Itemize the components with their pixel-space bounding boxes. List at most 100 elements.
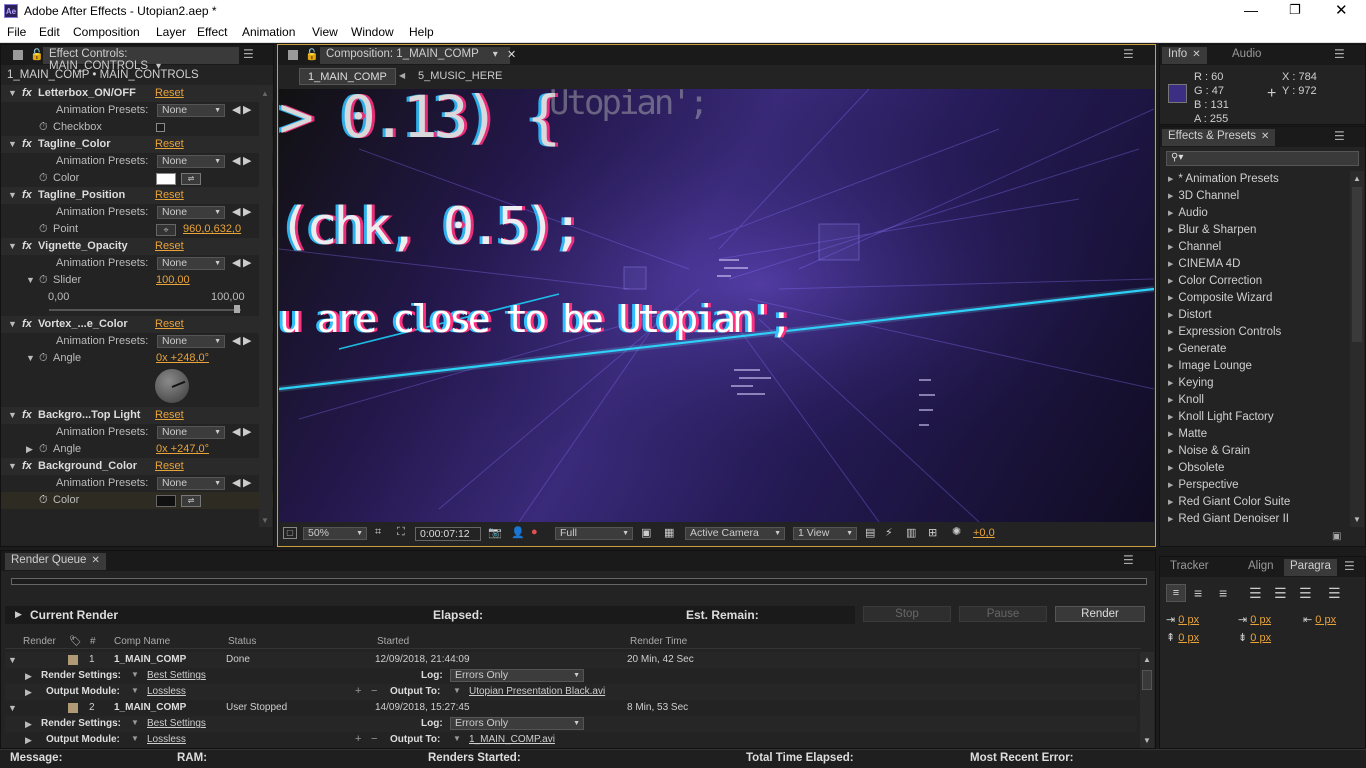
collapse-icon[interactable]: ▼ bbox=[8, 655, 17, 665]
fx-icon[interactable]: fx bbox=[22, 136, 32, 153]
eyedropper-icon[interactable]: ⇌ bbox=[181, 495, 201, 507]
menu-view[interactable]: View bbox=[312, 25, 338, 39]
reset-link[interactable]: Reset bbox=[155, 187, 184, 204]
effect-tagline-position[interactable]: ▼ fx Tagline_Position Reset bbox=[1, 187, 273, 204]
presets-dropdown[interactable]: None bbox=[157, 206, 225, 219]
panel-menu-icon[interactable]: ☰ bbox=[1334, 129, 1345, 143]
effect-category-item[interactable]: Distort bbox=[1168, 307, 1211, 324]
prev-preset-icon[interactable]: ◀ bbox=[232, 204, 240, 221]
fx-icon[interactable]: fx bbox=[22, 85, 32, 102]
reset-link[interactable]: Reset bbox=[155, 458, 184, 475]
collapse-icon[interactable]: ▼ bbox=[8, 238, 17, 255]
color-swatch[interactable] bbox=[156, 495, 176, 507]
scroll-thumb[interactable] bbox=[1142, 670, 1152, 690]
composition-viewer[interactable]: > 0.13) { (chk, 0.5); u are close to be … bbox=[279, 89, 1154, 522]
next-preset-icon[interactable]: ▶ bbox=[243, 255, 251, 272]
collapse-icon[interactable]: ▼ bbox=[8, 407, 17, 424]
col-started[interactable]: Started bbox=[377, 635, 409, 649]
effect-category-item[interactable]: Image Lounge bbox=[1168, 358, 1252, 375]
panel-menu-icon[interactable]: ☰ bbox=[1123, 553, 1134, 567]
tab-paragraph[interactable]: Paragra bbox=[1284, 559, 1337, 576]
menu-composition[interactable]: Composition bbox=[73, 25, 140, 39]
color-swatch[interactable] bbox=[156, 173, 176, 185]
justify-all-icon[interactable]: ☰ bbox=[1328, 585, 1341, 602]
fx-icon[interactable]: fx bbox=[22, 238, 32, 255]
output-file[interactable]: 1_MAIN_COMP.avi bbox=[469, 734, 555, 745]
col-status[interactable]: Status bbox=[228, 635, 256, 649]
flowchart-icon[interactable]: ⊞ bbox=[928, 526, 937, 539]
dropdown-icon[interactable]: ▾ bbox=[493, 49, 498, 60]
zoom-dropdown[interactable]: 50% bbox=[303, 527, 367, 540]
col-render-time[interactable]: Render Time bbox=[630, 635, 687, 649]
collapse-icon[interactable]: ▼ bbox=[8, 85, 17, 102]
reset-link[interactable]: Reset bbox=[155, 238, 184, 255]
point-value[interactable]: 960,0,632,0 bbox=[183, 221, 241, 238]
effect-background-top-light[interactable]: ▼ fx Backgro...Top Light Reset bbox=[1, 407, 273, 424]
tab-info[interactable]: Info ✕ bbox=[1162, 47, 1207, 64]
effect-letterbox[interactable]: ▼ fx Letterbox_ON/OFF Reset bbox=[1, 85, 273, 102]
scrollbar[interactable]: ▲ ▼ bbox=[1350, 171, 1364, 527]
col-render[interactable]: Render bbox=[23, 635, 56, 649]
menu-effect[interactable]: Effect bbox=[197, 25, 227, 39]
indent-right-value[interactable]: 0 px bbox=[1315, 614, 1336, 626]
panel-menu-icon[interactable]: ☰ bbox=[1123, 47, 1134, 61]
stopwatch-icon[interactable]: ⏱ bbox=[39, 221, 48, 238]
add-output-icon[interactable]: + bbox=[355, 733, 361, 745]
angle-value[interactable]: 0x +247,0° bbox=[156, 441, 209, 458]
justify-right-icon[interactable]: ☰ bbox=[1299, 585, 1312, 602]
mask-icon[interactable]: ⛶ bbox=[397, 526, 405, 539]
collapse-icon[interactable]: ▼ bbox=[8, 136, 17, 153]
stopwatch-icon[interactable]: ⏱ bbox=[39, 170, 48, 187]
panel-menu-icon[interactable]: ☰ bbox=[1334, 47, 1345, 61]
expand-icon[interactable]: ▶ bbox=[25, 719, 32, 730]
close-icon[interactable]: ✕ bbox=[1335, 1, 1348, 19]
output-module-value[interactable]: Lossless bbox=[147, 734, 186, 745]
menu-edit[interactable]: Edit bbox=[39, 25, 60, 39]
checkbox[interactable] bbox=[156, 123, 165, 132]
prev-preset-icon[interactable]: ◀ bbox=[232, 153, 240, 170]
toggle-pixel-icon[interactable]: ▤ bbox=[865, 526, 875, 539]
next-preset-icon[interactable]: ▶ bbox=[243, 424, 251, 441]
search-input[interactable]: ⚲▾ bbox=[1166, 151, 1359, 166]
stopwatch-icon[interactable]: ⏱ bbox=[39, 441, 48, 458]
expand-icon[interactable]: ▶ bbox=[25, 735, 32, 746]
collapse-icon[interactable]: ▼ bbox=[26, 272, 35, 289]
effect-category-item[interactable]: Noise & Grain bbox=[1168, 443, 1250, 460]
col-number[interactable]: # bbox=[90, 635, 96, 649]
toggle-viewer-icon[interactable]: ▢ bbox=[283, 527, 297, 539]
dropdown-icon[interactable]: ▼ bbox=[131, 718, 139, 727]
presets-dropdown[interactable]: None bbox=[157, 257, 225, 270]
tab-effect-controls[interactable]: Effect Controls: MAIN_CONTROLS ▾ bbox=[43, 47, 239, 72]
output-module-value[interactable]: Lossless bbox=[147, 686, 186, 697]
resolution-dropdown[interactable]: Full bbox=[555, 527, 633, 540]
effect-category-item[interactable]: Red Giant Denoiser II bbox=[1168, 511, 1289, 528]
exposure-icon[interactable]: ✺ bbox=[952, 525, 961, 538]
indent-first-value[interactable]: 0 px bbox=[1250, 614, 1271, 626]
tab-align[interactable]: Align bbox=[1242, 559, 1280, 576]
remove-output-icon[interactable]: − bbox=[371, 685, 377, 697]
col-comp-name[interactable]: Comp Name bbox=[114, 635, 170, 649]
scroll-thumb[interactable] bbox=[1352, 187, 1362, 342]
timeline-icon[interactable]: ▥ bbox=[906, 526, 916, 539]
effect-category-item[interactable]: Keying bbox=[1168, 375, 1213, 392]
justify-center-icon[interactable]: ☰ bbox=[1274, 585, 1287, 602]
scroll-up-icon[interactable]: ▲ bbox=[1353, 174, 1361, 183]
pause-button[interactable]: Pause bbox=[959, 606, 1047, 622]
region-icon[interactable]: ▣ bbox=[641, 526, 651, 539]
minimize-icon[interactable]: — bbox=[1244, 2, 1258, 18]
effect-category-item[interactable]: Obsolete bbox=[1168, 460, 1224, 477]
close-tab-icon[interactable]: ✕ bbox=[507, 48, 516, 61]
align-center-icon[interactable]: ≡ bbox=[1194, 585, 1202, 601]
prev-preset-icon[interactable]: ◀ bbox=[232, 424, 240, 441]
render-button[interactable]: Render bbox=[1055, 606, 1145, 622]
prev-preset-icon[interactable]: ◀ bbox=[232, 333, 240, 350]
indent-left-value[interactable]: 0 px bbox=[1178, 614, 1199, 626]
reset-link[interactable]: Reset bbox=[155, 407, 184, 424]
effect-category-item[interactable]: Channel bbox=[1168, 239, 1221, 256]
dropdown-icon[interactable]: ▼ bbox=[131, 670, 139, 679]
prev-preset-icon[interactable]: ◀ bbox=[232, 475, 240, 492]
effect-category-item[interactable]: Matte bbox=[1168, 426, 1207, 443]
breadcrumb-active[interactable]: 1_MAIN_COMP bbox=[299, 68, 396, 85]
camera-dropdown[interactable]: Active Camera bbox=[685, 527, 785, 540]
eyedropper-icon[interactable]: ⇌ bbox=[181, 173, 201, 185]
